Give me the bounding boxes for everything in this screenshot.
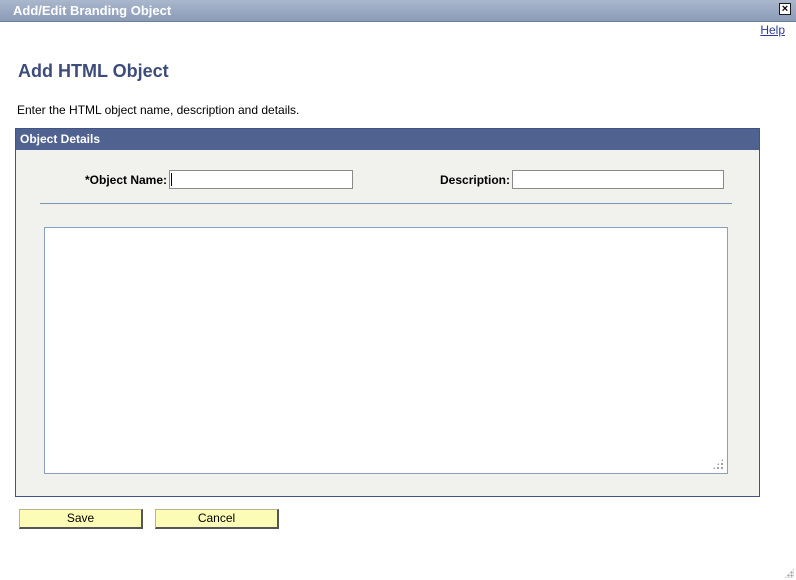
instructions-text: Enter the HTML object name, description …	[17, 103, 300, 117]
group-header: Object Details	[16, 129, 759, 150]
page-title: Add HTML Object	[18, 61, 169, 81]
text-cursor	[171, 173, 172, 186]
window-title: Add/Edit Branding Object	[13, 3, 172, 18]
object-details-group: Object Details *Object Name: Description…	[15, 128, 760, 497]
html-details-textarea[interactable]	[44, 227, 728, 474]
close-icon[interactable]: ×	[779, 3, 791, 15]
object-name-input[interactable]	[169, 170, 353, 189]
object-name-label: *Object Name:	[85, 173, 168, 187]
window-titlebar: Add/Edit Branding Object ×	[0, 0, 796, 22]
cancel-button[interactable]: Cancel	[155, 509, 279, 529]
save-button[interactable]: Save	[19, 509, 143, 529]
description-input[interactable]	[512, 170, 724, 189]
help-link[interactable]: Help	[760, 23, 785, 37]
description-label: Description:	[440, 173, 511, 187]
divider	[40, 203, 732, 204]
window-resize-grip-icon[interactable]	[784, 568, 794, 578]
